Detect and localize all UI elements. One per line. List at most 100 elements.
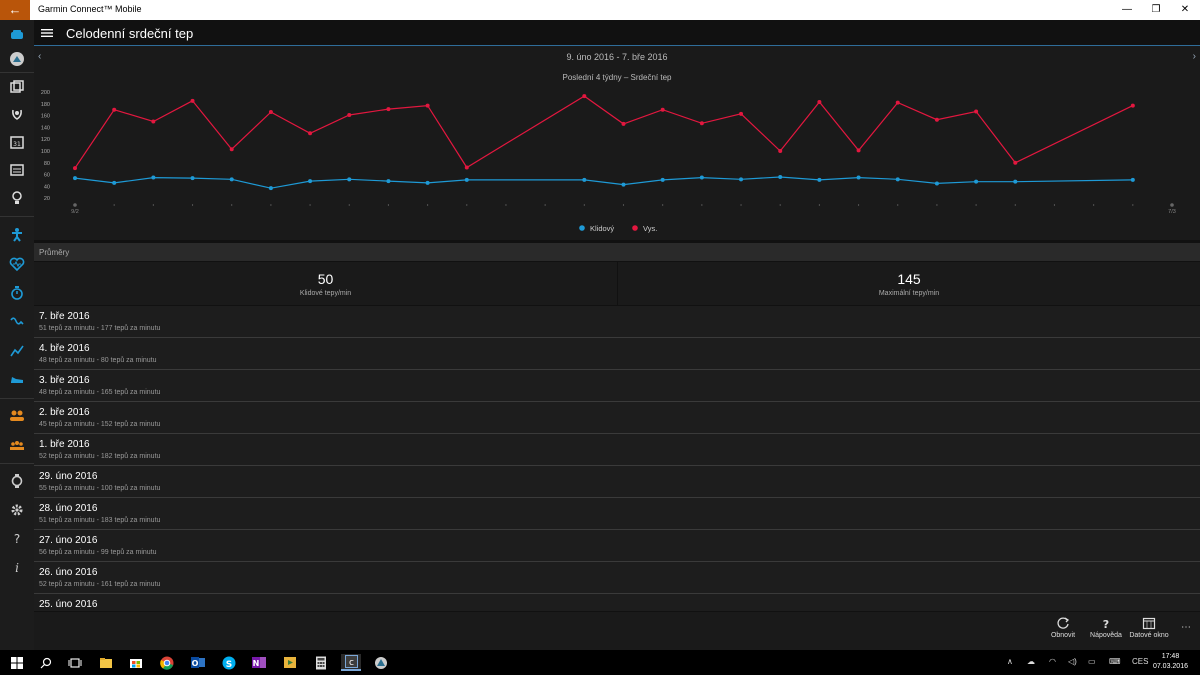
data-point[interactable] bbox=[1013, 160, 1018, 165]
sidebar-item-devices[interactable] bbox=[0, 468, 34, 494]
taskbar-outlook[interactable]: O bbox=[189, 654, 207, 671]
back-button[interactable]: ← bbox=[0, 0, 30, 20]
tray-chevron-icon[interactable]: ∧ bbox=[1007, 657, 1013, 666]
taskbar-calculator[interactable] bbox=[312, 654, 330, 671]
taskbar-garmin-connect[interactable]: c bbox=[341, 654, 361, 671]
start-button[interactable] bbox=[8, 654, 26, 671]
data-point[interactable] bbox=[660, 107, 665, 112]
data-point[interactable] bbox=[112, 180, 117, 185]
more-button[interactable]: ⋯ bbox=[1176, 622, 1196, 633]
tray-volume-icon[interactable]: ◁) bbox=[1068, 657, 1077, 666]
data-point[interactable] bbox=[347, 113, 352, 118]
minimize-button[interactable]: — bbox=[1112, 0, 1142, 20]
data-point[interactable] bbox=[582, 177, 587, 182]
data-point[interactable] bbox=[895, 100, 900, 105]
sidebar-item-insights[interactable] bbox=[0, 185, 34, 211]
sidebar-item-news[interactable] bbox=[0, 157, 34, 183]
data-point[interactable] bbox=[1130, 177, 1135, 182]
task-view-button[interactable] bbox=[66, 654, 84, 671]
refresh-button[interactable]: Obnovit bbox=[1042, 616, 1084, 639]
data-window-button[interactable]: Datové okno bbox=[1126, 616, 1172, 639]
taskbar-chrome[interactable] bbox=[158, 654, 176, 671]
sidebar-item-connections[interactable] bbox=[0, 402, 34, 428]
sidebar-item-calendar[interactable]: 31 bbox=[0, 129, 34, 155]
sidebar-item-about[interactable]: i bbox=[0, 554, 34, 580]
data-point[interactable] bbox=[974, 179, 979, 184]
data-point[interactable] bbox=[190, 176, 195, 181]
taskbar-media[interactable] bbox=[281, 654, 299, 671]
data-point[interactable] bbox=[817, 177, 822, 182]
sidebar-item-heart-rate[interactable] bbox=[0, 251, 34, 277]
sidebar-item-settings[interactable] bbox=[0, 497, 34, 523]
taskbar-skype[interactable]: S bbox=[220, 654, 238, 671]
data-point[interactable] bbox=[739, 177, 744, 182]
data-point[interactable] bbox=[308, 179, 313, 184]
data-point[interactable] bbox=[699, 121, 704, 126]
data-point[interactable] bbox=[190, 98, 195, 103]
data-point[interactable] bbox=[268, 186, 273, 191]
taskbar-explorer[interactable] bbox=[97, 654, 115, 671]
sidebar-item-achievements[interactable] bbox=[0, 101, 34, 127]
data-point[interactable] bbox=[151, 175, 156, 180]
list-item[interactable]: 29. úno 2016 55 tepů za minutu - 100 tepů… bbox=[34, 466, 1200, 498]
data-point[interactable] bbox=[621, 182, 626, 187]
taskbar-onenote[interactable]: N bbox=[250, 654, 268, 671]
maximize-button[interactable]: ❐ bbox=[1141, 0, 1171, 20]
sidebar-item-intensity[interactable] bbox=[0, 309, 34, 335]
data-point[interactable] bbox=[856, 175, 861, 180]
data-point[interactable] bbox=[464, 177, 469, 182]
data-point[interactable] bbox=[73, 176, 77, 181]
list-item[interactable]: 27. úno 2016 56 tepů za minutu - 99 tepů … bbox=[34, 530, 1200, 562]
search-button[interactable] bbox=[37, 654, 55, 671]
sidebar-item-help[interactable]: ? bbox=[0, 525, 34, 551]
data-point[interactable] bbox=[425, 180, 430, 185]
data-point[interactable] bbox=[347, 177, 352, 182]
data-point[interactable] bbox=[699, 175, 704, 180]
list-item[interactable]: 7. bře 2016 51 tepů za minutu - 177 tepů … bbox=[34, 306, 1200, 338]
list-item[interactable]: 25. úno 2016 bbox=[34, 594, 1200, 611]
data-point[interactable] bbox=[582, 94, 587, 99]
list-item[interactable]: 26. úno 2016 52 tepů za minutu - 161 tepů… bbox=[34, 562, 1200, 594]
data-point[interactable] bbox=[778, 174, 783, 179]
data-point[interactable] bbox=[268, 110, 273, 115]
tray-wifi-icon[interactable]: ◠ bbox=[1049, 657, 1056, 666]
sidebar-item-trends[interactable] bbox=[0, 338, 34, 364]
list-item[interactable]: 2. bře 2016 45 tepů za minutu - 152 tepů … bbox=[34, 402, 1200, 434]
sidebar-item-snapshot[interactable] bbox=[0, 22, 34, 48]
list-item[interactable]: 4. bře 2016 48 tepů za minutu - 80 tepů z… bbox=[34, 338, 1200, 370]
data-point[interactable] bbox=[73, 166, 77, 171]
hamburger-menu-icon[interactable] bbox=[40, 26, 54, 40]
data-point[interactable] bbox=[934, 117, 939, 122]
sidebar-item-groups[interactable] bbox=[0, 431, 34, 457]
tray-sync-icon[interactable]: ☁ bbox=[1027, 657, 1035, 666]
data-point[interactable] bbox=[229, 177, 234, 182]
data-point[interactable] bbox=[778, 149, 783, 153]
data-point[interactable] bbox=[934, 181, 939, 186]
list-item[interactable]: 28. úno 2016 51 tepů za minutu - 183 tepů… bbox=[34, 498, 1200, 530]
tray-language[interactable]: CES bbox=[1132, 657, 1148, 666]
data-point[interactable] bbox=[974, 109, 979, 114]
sidebar-item-gear[interactable] bbox=[0, 366, 34, 392]
data-point[interactable] bbox=[895, 177, 900, 182]
sidebar-item-timer[interactable] bbox=[0, 280, 34, 306]
data-point[interactable] bbox=[386, 179, 391, 184]
sidebar-item-steps[interactable] bbox=[0, 222, 34, 248]
data-point[interactable] bbox=[229, 147, 234, 152]
data-point[interactable] bbox=[739, 111, 744, 116]
data-point[interactable] bbox=[464, 165, 469, 170]
list-item[interactable]: 1. bře 2016 52 tepů za minutu - 182 tepů … bbox=[34, 434, 1200, 466]
tray-notification-icon[interactable]: ▭ bbox=[1088, 657, 1096, 666]
sidebar-item-activities[interactable] bbox=[0, 74, 34, 100]
list-item[interactable]: 3. bře 2016 48 tepů za minutu - 165 tepů … bbox=[34, 370, 1200, 402]
data-point[interactable] bbox=[621, 121, 626, 126]
taskbar-store[interactable] bbox=[127, 654, 145, 671]
data-point[interactable] bbox=[660, 177, 665, 182]
data-point[interactable] bbox=[817, 100, 822, 105]
sidebar-item-profile[interactable] bbox=[0, 46, 34, 72]
data-point[interactable] bbox=[386, 107, 391, 112]
data-point[interactable] bbox=[856, 148, 861, 153]
data-point[interactable] bbox=[1130, 103, 1135, 108]
data-point[interactable] bbox=[112, 107, 117, 112]
tray-keyboard-icon[interactable]: ⌨ bbox=[1109, 657, 1121, 666]
data-point[interactable] bbox=[308, 131, 313, 136]
